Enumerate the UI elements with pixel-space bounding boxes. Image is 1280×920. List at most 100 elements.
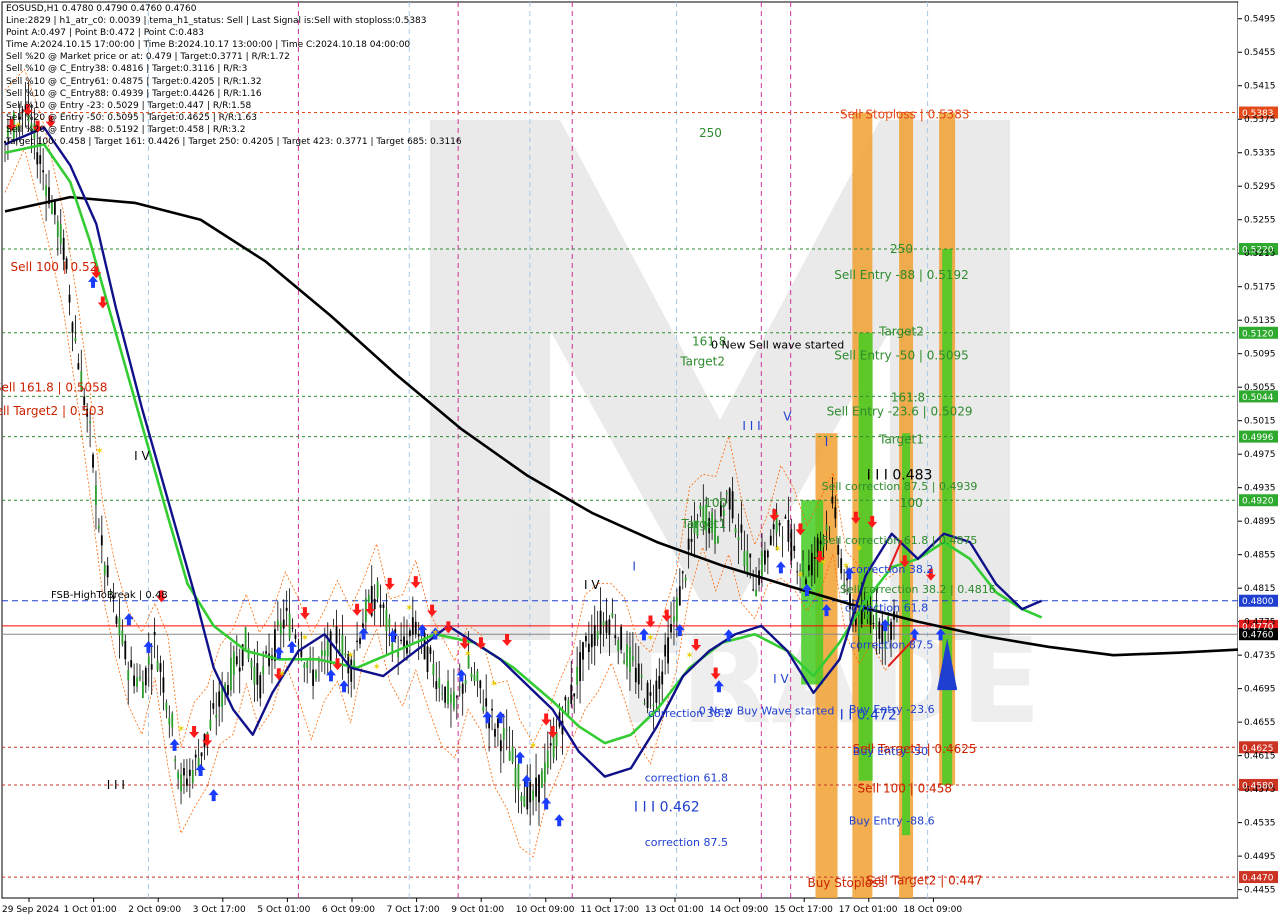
candle-body [573,693,576,697]
candle-body [661,671,664,685]
price-badge-label: 0.4470 [1242,874,1274,884]
signal-star-icon: ✶ [95,446,103,457]
candle-body [247,647,250,660]
candle-body [834,507,837,519]
y-tick-label: 0.5135 [1244,316,1276,326]
info-line: Sell %10 @ C_Entry61: 0.4875 | Target:0.… [6,76,262,87]
y-tick-label: 0.4815 [1244,584,1276,594]
trading-chart[interactable]: TRADE✶✶✶✶✶✶✶✶✶✶✶✶✶✶✶✶✶✶✶Sell Stoploss | … [0,0,1280,920]
candle-body [97,526,100,529]
candle-body [614,635,617,639]
chart-annotation: Sell Stoploss | 0.5383 [840,107,970,121]
candle-body [520,795,523,801]
candle-body [675,597,678,622]
x-tick-label: 15 Oct 17:00 [774,905,833,915]
candle-body [737,536,740,540]
candle-body [279,622,282,635]
x-tick-label: 10 Oct 09:00 [516,905,575,915]
candle-body [538,774,540,803]
candle-body [127,670,130,681]
candle-body [350,659,353,682]
candle-body [92,454,94,468]
candle-body [543,762,546,783]
info-line: Point A:0.497 | Point B:0.472 | Point C:… [6,28,204,39]
chart-annotation: 250 [890,242,913,256]
candle-body [285,607,288,611]
candle-body [51,202,53,214]
candle-body [183,768,185,776]
candle-body [265,651,268,654]
y-tick-label: 0.5095 [1244,350,1276,360]
candle-body [511,746,514,763]
signal-star-icon: ✶ [464,649,472,660]
candle-body [323,650,326,657]
chart-annotation: Target1 [878,432,924,446]
chart-annotation: Sell 100 | 0.52 [11,260,98,274]
candle-body [646,682,649,708]
chart-annotation: Sell Entry -23.6 | 0.5029 [827,405,973,419]
candle-body [288,613,291,639]
candle-body [491,708,493,711]
candle-body [482,706,485,711]
candle-body [793,545,796,551]
candle-body [722,510,725,517]
info-line: Line:2829 | h1_atr_c0: 0.0039 | tema_h1_… [6,16,427,27]
candle-body [605,620,608,633]
candle-body [244,627,247,651]
candle-body [599,610,602,635]
chart-annotation: Target1 [681,517,727,531]
candle-body [808,565,810,571]
candle-body [174,759,177,762]
candle-body [130,660,133,667]
candle-body [259,675,262,699]
candle-body [602,621,605,626]
candle-body [608,619,611,636]
candle-body [397,651,400,658]
candle-body [629,647,631,672]
candle-body [508,751,511,761]
chart-annotation: 250 [699,126,722,140]
candle-body [303,664,306,668]
candle-body [315,670,317,679]
candle-body [617,640,620,652]
candle-body [432,664,435,676]
chart-annotation: correction 38.2 [850,563,933,576]
candle-body [162,677,165,693]
candle-body [326,640,329,657]
chart-annotation: Target2 [878,324,924,338]
candle-body [62,237,65,260]
candle-body [335,626,338,644]
candle-body [232,651,235,676]
candle-body [643,702,646,705]
price-badge-label: 0.4580 [1242,781,1274,791]
candle-body [810,552,813,576]
candle-body [200,752,203,757]
chart-annotation: I V [773,672,789,686]
price-badge-label: 0.5044 [1242,393,1274,403]
candle-body [191,770,194,784]
candle-body [444,686,446,703]
candle-body [235,656,238,665]
candle-body [408,630,411,636]
candle-body [36,152,39,165]
signal-star-icon: ✶ [301,633,309,644]
y-tick-label: 0.5055 [1244,383,1276,393]
signal-star-icon: ✶ [490,679,498,690]
signal-star-icon: ✶ [346,651,354,662]
candle-body [400,639,402,641]
chart-annotation: correction 61.8 [645,772,728,785]
info-line: Sell %20 @ Market price or at: 0.479 | T… [6,52,290,63]
candle-body [470,673,473,678]
candle-body [872,623,875,625]
chart-annotation: Sell Target2 | 0.447 [866,874,982,888]
signal-star-icon: ✶ [842,561,850,572]
chart-annotation: Target2 [679,354,725,368]
candle-body [787,519,790,542]
candle-body [634,667,637,683]
price-badge-label: 0.5220 [1242,246,1274,256]
candle-body [414,621,417,635]
info-line: Sell %20 @ Entry -50: 0.5095 | Target:0.… [6,112,257,123]
candle-body [212,703,215,709]
candle-body [866,613,869,620]
y-tick-label: 0.5335 [1244,149,1276,159]
